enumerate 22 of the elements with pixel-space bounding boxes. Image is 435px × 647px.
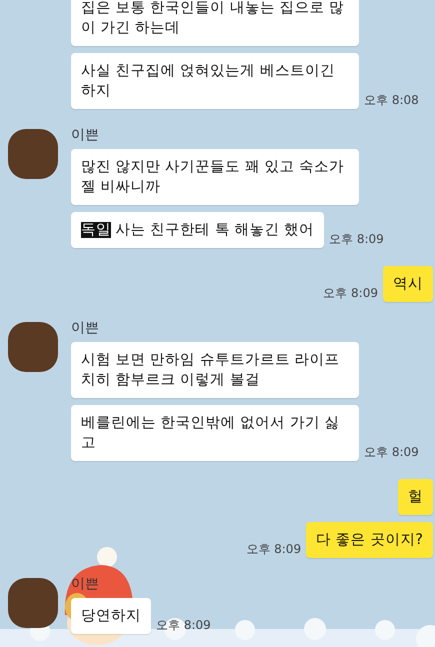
- message-bubble: 다 좋은 곳이지?: [306, 522, 433, 558]
- message-bubble: 사실 친구집에 얹혀있는게 베스트이긴 하지: [71, 53, 359, 109]
- message-time: 오후 8:09: [323, 285, 378, 302]
- message-time: 오후 8:09: [329, 231, 384, 248]
- message-bubble: 당연하지: [71, 598, 151, 634]
- sender-name: 이쁜: [71, 126, 100, 144]
- sender-name: 이쁜: [71, 575, 100, 593]
- avatar[interactable]: [8, 129, 58, 179]
- message-bubble: 베를린에는 한국인밖에 없어서 가기 싫고: [71, 405, 359, 461]
- message-bubble: 헐: [398, 479, 433, 515]
- message-time: 오후 8:08: [364, 92, 419, 109]
- message-time: 오후 8:09: [246, 541, 302, 558]
- message-bubble: 집은 보통 한국인들이 내놓는 집으로 많이 가긴 하는데: [71, 0, 359, 46]
- avatar[interactable]: [8, 322, 58, 372]
- message-bubble: 시험 보면 만하임 슈투트가르트 라이프치히 함부르크 이렇게 볼걸: [71, 342, 359, 398]
- avatar[interactable]: [8, 578, 58, 628]
- message-bubble: 역시: [383, 266, 433, 302]
- message-time: 오후 8:09: [156, 617, 211, 634]
- message-bubble: 많진 않지만 사기꾼들도 꽤 있고 숙소가 젤 비싸니까: [71, 149, 359, 205]
- message-bubble: 독일 사는 친구한테 톡 해놓긴 했어: [71, 212, 324, 248]
- message-time: 오후 8:09: [364, 444, 419, 461]
- sender-name: 이쁜: [71, 319, 100, 337]
